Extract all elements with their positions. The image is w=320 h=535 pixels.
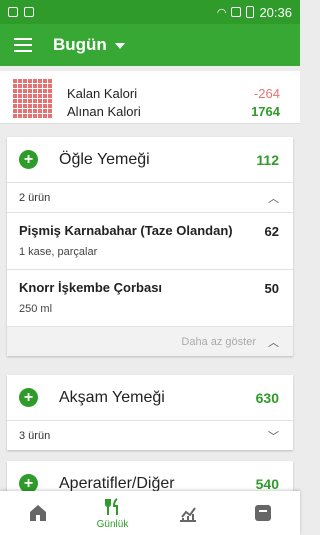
food-calories: 50 — [264, 281, 279, 296]
chevron-up-icon: ︿ — [268, 336, 279, 349]
item-count: 3 ürün — [19, 429, 51, 442]
cutlery-icon — [104, 497, 118, 515]
remaining-value: -264 — [253, 86, 280, 101]
consumed-value: 1764 — [251, 104, 280, 119]
meal-card-dinner: + Akşam Yemeği 630 3 ürün ﹀ — [7, 375, 293, 450]
calorie-summary[interactable]: Kalan Kalori -264 Alınan Kalori 1764 — [0, 71, 300, 124]
profile-icon — [254, 505, 271, 521]
meal-total: 112 — [256, 151, 279, 168]
image-icon — [24, 7, 34, 17]
remaining-label: Kalan Kalori — [67, 86, 138, 101]
nav-diary-label: Günlük — [96, 518, 129, 530]
menu-icon[interactable] — [14, 38, 32, 52]
food-name: Pişmiş Karnabahar (Taze Olandan) — [19, 223, 233, 238]
meal-title: Aperatifler/Diğer — [59, 474, 175, 492]
item-count-row[interactable]: 3 ürün ﹀ — [7, 420, 293, 450]
meal-total: 630 — [255, 389, 279, 406]
nav-diary[interactable]: Günlük — [75, 491, 150, 535]
chevron-down-icon[interactable]: ﹀ — [268, 428, 279, 444]
wifi-icon: ◠ — [216, 6, 227, 19]
meal-header[interactable]: + Akşam Yemeği 630 — [7, 375, 293, 420]
item-count-row[interactable]: 2 ürün ︿ — [7, 182, 293, 212]
nav-reports[interactable] — [150, 491, 225, 535]
food-item[interactable]: Pişmiş Karnabahar (Taze Olandan) 62 1 ka… — [7, 212, 293, 269]
home-icon — [29, 505, 46, 521]
nav-profile[interactable] — [225, 491, 300, 535]
meal-title: Akşam Yemeği — [59, 388, 165, 406]
battery-icon — [246, 6, 255, 18]
notification-icon — [8, 7, 18, 17]
meal-card-lunch: + Öğle Yemeği 112 2 ürün ︿ Pişmiş Karnab… — [7, 137, 293, 356]
food-calories: 62 — [264, 224, 279, 239]
chart-icon — [179, 507, 196, 522]
meal-header[interactable]: + Öğle Yemeği 112 — [7, 137, 293, 182]
show-less-label: Daha az göster — [181, 335, 256, 348]
meal-total: 540 — [255, 475, 279, 492]
food-serving: 1 kase, parçalar — [19, 246, 98, 258]
chevron-up-icon[interactable]: ︿ — [268, 190, 279, 206]
item-count: 2 ürün — [19, 191, 51, 204]
page-title: Bugün — [53, 35, 107, 54]
app-bar: Bugün — [0, 24, 300, 66]
calorie-grid-icon — [12, 79, 52, 119]
food-item[interactable]: Knorr İşkembe Çorbası 50 250 ml — [7, 269, 293, 326]
food-name: Knorr İşkembe Çorbası — [19, 280, 163, 295]
sim-icon — [231, 7, 242, 17]
meal-title: Öğle Yemeği — [59, 150, 150, 168]
consumed-label: Alınan Kalori — [67, 104, 141, 119]
bottom-nav: Günlük — [0, 491, 300, 535]
date-selector[interactable]: Bugün — [53, 35, 125, 55]
food-serving: 250 ml — [19, 303, 53, 315]
add-food-icon[interactable]: + — [19, 388, 38, 407]
add-food-icon[interactable]: + — [19, 150, 38, 169]
nav-home[interactable] — [0, 491, 75, 535]
show-less-button[interactable]: Daha az göster ︿ — [7, 326, 293, 356]
clock: 20:36 — [259, 4, 292, 20]
chevron-down-icon — [114, 43, 125, 49]
status-bar: ◠ 20:36 — [0, 0, 300, 24]
